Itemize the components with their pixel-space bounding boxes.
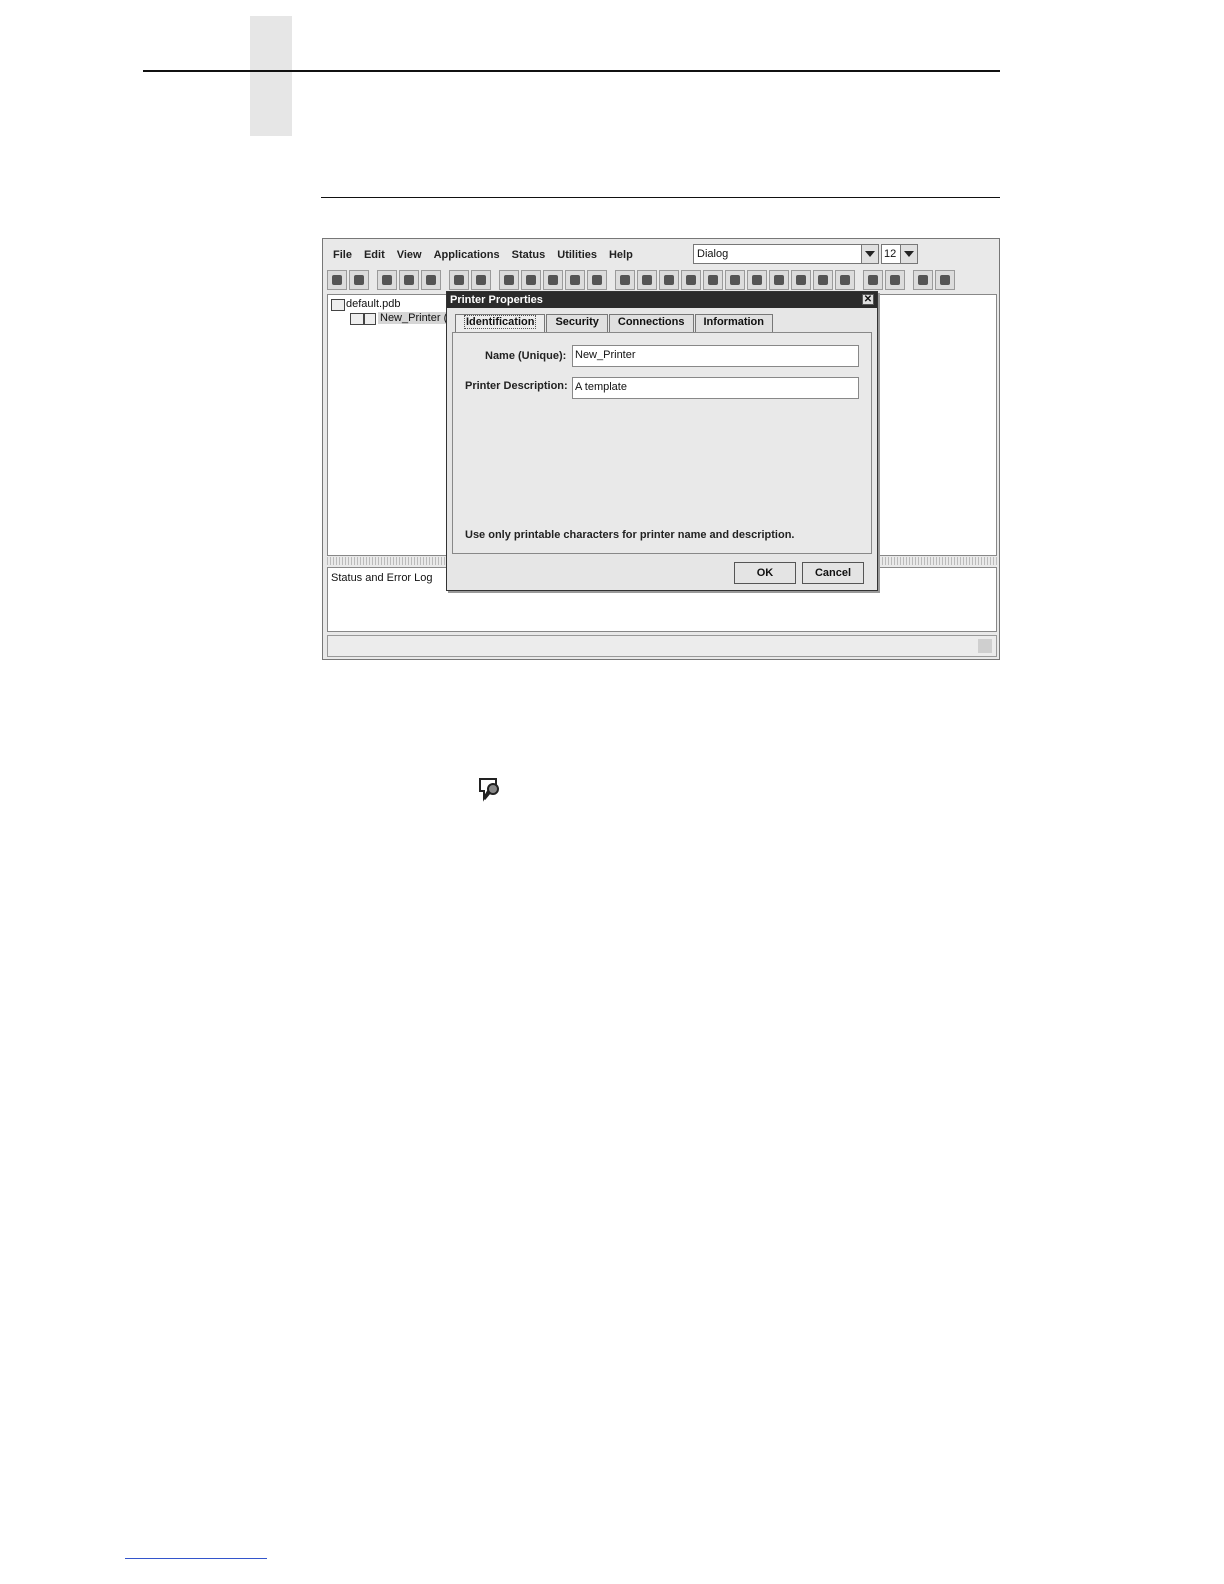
paste-special-icon[interactable] xyxy=(565,270,585,290)
dialog-title: Printer Properties xyxy=(450,294,543,306)
refresh-icon[interactable] xyxy=(835,270,855,290)
dialog-title-bar: Printer Properties ✕ xyxy=(447,292,877,308)
id-icon[interactable] xyxy=(935,270,955,290)
font-size-select[interactable]: 12 xyxy=(881,244,918,264)
menu-status[interactable]: Status xyxy=(512,249,546,261)
close-icon[interactable]: ✕ xyxy=(862,294,874,305)
cut-icon[interactable] xyxy=(499,270,519,290)
tab-label: Connections xyxy=(617,316,685,328)
properties-icon[interactable] xyxy=(449,270,469,290)
printer-tools-icon[interactable] xyxy=(399,270,419,290)
chapter-tab xyxy=(250,16,292,136)
flag-icon[interactable] xyxy=(863,270,883,290)
chevron-down-icon[interactable] xyxy=(900,245,917,263)
properties-icon xyxy=(479,778,499,802)
printer-queue-icon[interactable] xyxy=(725,270,745,290)
tab-connections[interactable]: Connections xyxy=(608,314,694,332)
printer-properties-dialog: Printer Properties ✕ Identification Secu… xyxy=(446,291,878,591)
toolbar xyxy=(327,269,993,291)
printer-list-icon[interactable] xyxy=(791,270,811,290)
ok-button[interactable]: OK xyxy=(734,562,796,584)
flag-clear-icon[interactable] xyxy=(885,270,905,290)
tree-root-node[interactable]: default.pdb xyxy=(346,298,400,310)
new-printer-icon[interactable] xyxy=(377,270,397,290)
printer-group-icon[interactable] xyxy=(913,270,933,290)
delete-icon[interactable] xyxy=(587,270,607,290)
flag-icon xyxy=(978,639,992,653)
split-icon[interactable] xyxy=(813,270,833,290)
font-size-value: 12 xyxy=(884,248,897,260)
tab-information[interactable]: Information xyxy=(694,314,773,332)
section-rule xyxy=(321,197,1000,198)
printer-icon xyxy=(350,313,364,325)
status-log-label: Status and Error Log xyxy=(331,572,433,584)
printer-settings-icon[interactable] xyxy=(747,270,767,290)
disable-icon[interactable] xyxy=(471,270,491,290)
printer-config-icon[interactable] xyxy=(703,270,723,290)
folder-icon xyxy=(331,299,345,311)
cancel-button[interactable]: Cancel xyxy=(802,562,864,584)
font-family-select[interactable]: Dialog xyxy=(693,244,879,264)
tab-security[interactable]: Security xyxy=(546,314,608,332)
chevron-down-icon[interactable] xyxy=(861,245,878,263)
save-icon[interactable] xyxy=(349,270,369,290)
tab-label: Security xyxy=(555,316,599,328)
menu-file[interactable]: File xyxy=(333,249,352,261)
name-label: Name (Unique): xyxy=(485,350,567,362)
menu-view[interactable]: View xyxy=(397,249,422,261)
header-rule xyxy=(143,70,1000,72)
copy-icon[interactable] xyxy=(521,270,541,290)
printer-add-icon[interactable] xyxy=(421,270,441,290)
font-family-value: Dialog xyxy=(697,248,729,260)
menu-utilities[interactable]: Utilities xyxy=(557,249,597,261)
tree-printer-node[interactable]: New_Printer (A xyxy=(378,312,457,324)
identification-panel: Name (Unique): New_Printer Printer Descr… xyxy=(452,332,872,554)
tab-label: Identification xyxy=(464,315,537,329)
description-label: Printer Description: xyxy=(465,380,568,392)
tab-identification[interactable]: Identification xyxy=(455,314,546,334)
printer-status-icon xyxy=(364,313,376,325)
network-icon[interactable] xyxy=(681,270,701,290)
input-hint: Use only printable characters for printe… xyxy=(465,529,795,541)
menu-edit[interactable]: Edit xyxy=(364,249,385,261)
app-window: File Edit View Applications Status Utili… xyxy=(322,238,1000,660)
open-icon[interactable] xyxy=(327,270,347,290)
display-icon[interactable] xyxy=(615,270,635,290)
footer-link-underline xyxy=(125,1558,267,1559)
panel-icon[interactable] xyxy=(769,270,789,290)
printer-status-icon[interactable] xyxy=(637,270,657,290)
status-bar xyxy=(327,635,997,657)
printer-description-field[interactable]: A template xyxy=(572,377,859,399)
printer-info-icon[interactable] xyxy=(659,270,679,290)
dialog-tabs: Identification Security Connections Info… xyxy=(455,314,774,334)
printer-name-field[interactable]: New_Printer xyxy=(572,345,859,367)
paste-icon[interactable] xyxy=(543,270,563,290)
menu-applications[interactable]: Applications xyxy=(434,249,500,261)
tab-label: Information xyxy=(703,316,765,328)
menu-bar: File Edit View Applications Status Utili… xyxy=(327,243,639,267)
menu-help[interactable]: Help xyxy=(609,249,633,261)
